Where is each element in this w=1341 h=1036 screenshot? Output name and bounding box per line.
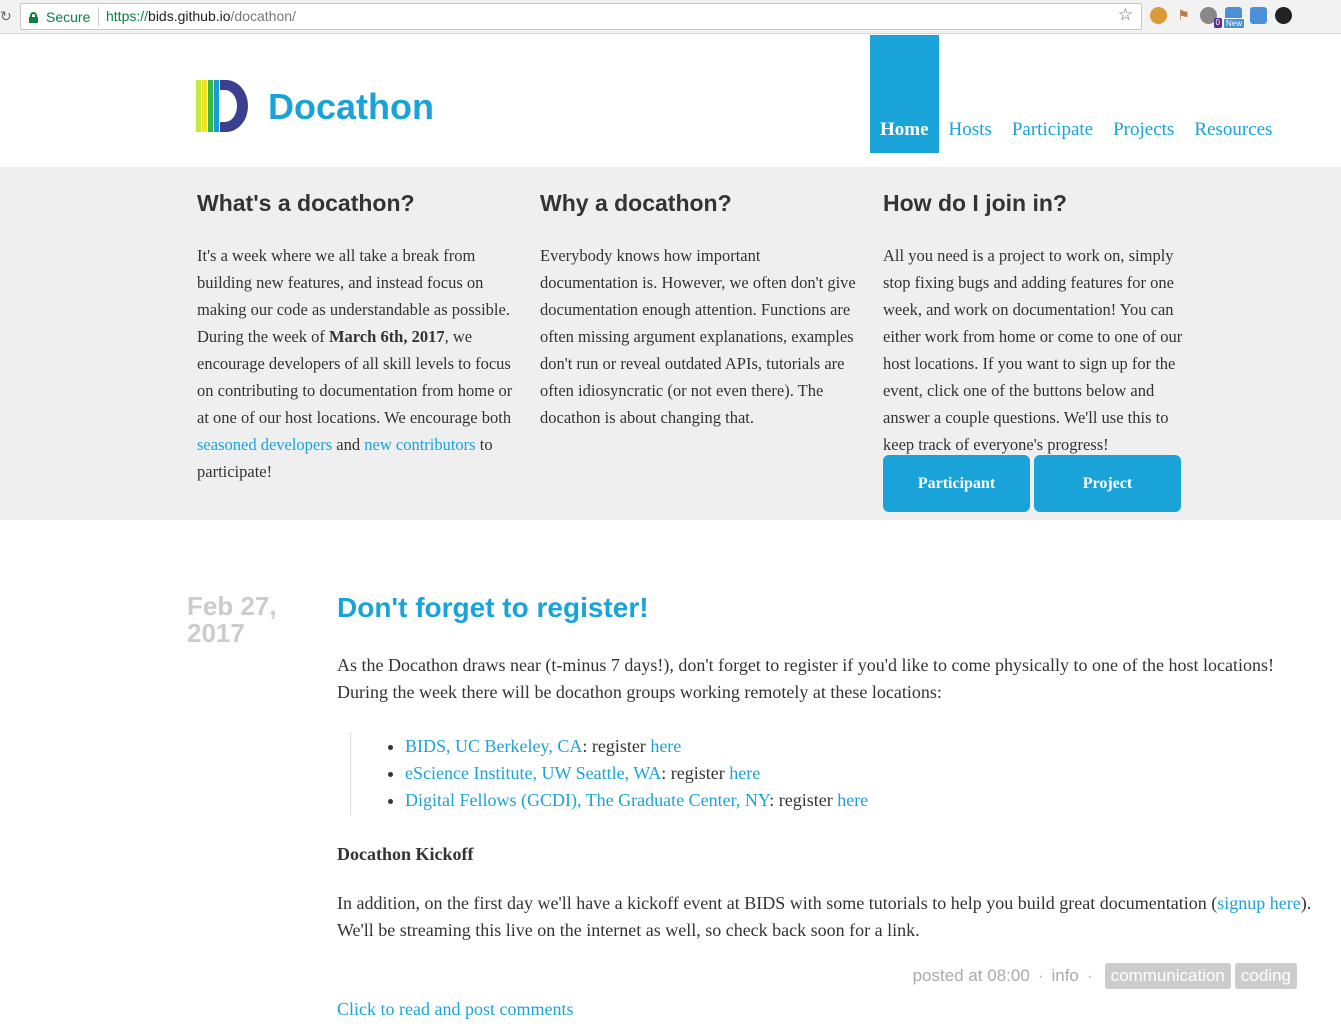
meta-separator: · xyxy=(1086,966,1093,985)
tag-communication[interactable]: communication xyxy=(1104,963,1231,989)
address-divider xyxy=(98,7,99,26)
what-text: It's a week where we all take a break fr… xyxy=(197,242,517,485)
url-path: /docathon/ xyxy=(230,8,296,24)
post-date: Feb 27, 2017 xyxy=(187,591,277,648)
url-scheme: https:// xyxy=(106,8,149,24)
new-contributors-link[interactable]: new contributors xyxy=(364,435,475,454)
host-location-list: BIDS, UC Berkeley, CA: register here eSc… xyxy=(350,732,1312,815)
posted-time: posted at 08:00 xyxy=(912,966,1030,985)
register-text: : register xyxy=(661,763,730,783)
list-item: BIDS, UC Berkeley, CA: register here xyxy=(405,733,1312,760)
why-heading: Why a docathon? xyxy=(540,190,732,216)
what-heading: What's a docathon? xyxy=(197,190,415,216)
what-date: March 6th, 2017 xyxy=(328,327,445,346)
window-extension-icon[interactable] xyxy=(1250,7,1267,24)
post-meta: posted at 08:00 · info · communication c… xyxy=(913,963,1297,989)
kickoff-heading: Docathon Kickoff xyxy=(337,844,474,864)
nav-participate[interactable]: Participate xyxy=(1002,35,1103,153)
location-link[interactable]: Digital Fellows (GCDI), The Graduate Cen… xyxy=(405,790,769,810)
lock-icon xyxy=(29,11,38,23)
main-nav: Home Hosts Participate Projects Resource… xyxy=(870,35,1282,153)
news-extension-icon[interactable]: New xyxy=(1223,7,1246,29)
register-link[interactable]: here xyxy=(729,763,760,783)
nav-projects[interactable]: Projects xyxy=(1103,35,1184,153)
ghost-count-badge: 0 xyxy=(1213,18,1222,28)
nav-resources[interactable]: Resources xyxy=(1184,35,1282,153)
nav-hosts[interactable]: Hosts xyxy=(939,35,1002,153)
nav-home[interactable]: Home xyxy=(870,35,939,153)
url-text[interactable]: https://bids.github.io/docathon/ xyxy=(106,8,296,24)
github-icon[interactable] xyxy=(1275,7,1292,24)
extension-icons: ⚑ 0 New xyxy=(1150,7,1292,29)
register-link[interactable]: here xyxy=(650,736,681,756)
signup-buttons: Participant Project xyxy=(883,455,1181,512)
post-intro-text: As the Docathon draws near (t-minus 7 da… xyxy=(337,655,1274,702)
browser-toolbar: ↻ Secure https://bids.github.io/docathon… xyxy=(0,0,1341,34)
location-link[interactable]: BIDS, UC Berkeley, CA xyxy=(405,736,582,756)
ghost-extension-icon[interactable]: 0 xyxy=(1200,7,1222,28)
join-heading: How do I join in? xyxy=(883,190,1067,216)
flag-extension-icon[interactable]: ⚑ xyxy=(1175,7,1192,24)
url-host: bids.github.io xyxy=(148,8,231,24)
signup-here-link[interactable]: signup here xyxy=(1217,893,1300,913)
seasoned-developers-link[interactable]: seasoned developers xyxy=(197,435,332,454)
site-brand[interactable]: Docathon xyxy=(268,86,434,128)
intro-why: Why a docathon? Everybody knows how impo… xyxy=(540,187,860,431)
kickoff-text: In addition, on the first day we'll have… xyxy=(337,890,1312,944)
join-text: All you need is a project to work on, si… xyxy=(883,246,1183,454)
register-link[interactable]: here xyxy=(837,790,868,810)
tag-coding[interactable]: coding xyxy=(1234,963,1297,989)
cookie-extension-icon[interactable] xyxy=(1150,7,1167,24)
post: Don't forget to register! As the Docatho… xyxy=(337,590,1312,944)
post-category[interactable]: info xyxy=(1051,966,1078,986)
kickoff-text-a: In addition, on the first day we'll have… xyxy=(337,893,1218,913)
secure-label: Secure xyxy=(46,9,91,25)
intro-join: How do I join in? All you need is a proj… xyxy=(883,187,1203,458)
bookmark-star-icon[interactable]: ☆ xyxy=(1118,5,1133,25)
list-item: eScience Institute, UW Seattle, WA: regi… xyxy=(405,760,1312,787)
register-text: : register xyxy=(769,790,838,810)
project-button[interactable]: Project xyxy=(1034,455,1181,512)
meta-separator: · xyxy=(1037,966,1044,985)
comments-link[interactable]: Click to read and post comments xyxy=(337,996,573,1023)
list-item: Digital Fellows (GCDI), The Graduate Cen… xyxy=(405,787,1312,814)
reload-icon[interactable]: ↻ xyxy=(0,7,12,27)
post-title[interactable]: Don't forget to register! xyxy=(337,590,1312,626)
what-text-c: and xyxy=(332,435,365,454)
address-bar[interactable]: Secure https://bids.github.io/docathon/ … xyxy=(20,3,1142,30)
register-text: : register xyxy=(582,736,651,756)
location-link[interactable]: eScience Institute, UW Seattle, WA xyxy=(405,763,661,783)
secure-indicator[interactable]: Secure xyxy=(29,8,90,26)
docathon-logo-icon[interactable] xyxy=(196,80,248,132)
news-badge: New xyxy=(1223,18,1246,29)
intro-what: What's a docathon? It's a week where we … xyxy=(197,187,517,485)
why-text: Everybody knows how important documentat… xyxy=(540,246,856,427)
participant-button[interactable]: Participant xyxy=(883,455,1030,512)
